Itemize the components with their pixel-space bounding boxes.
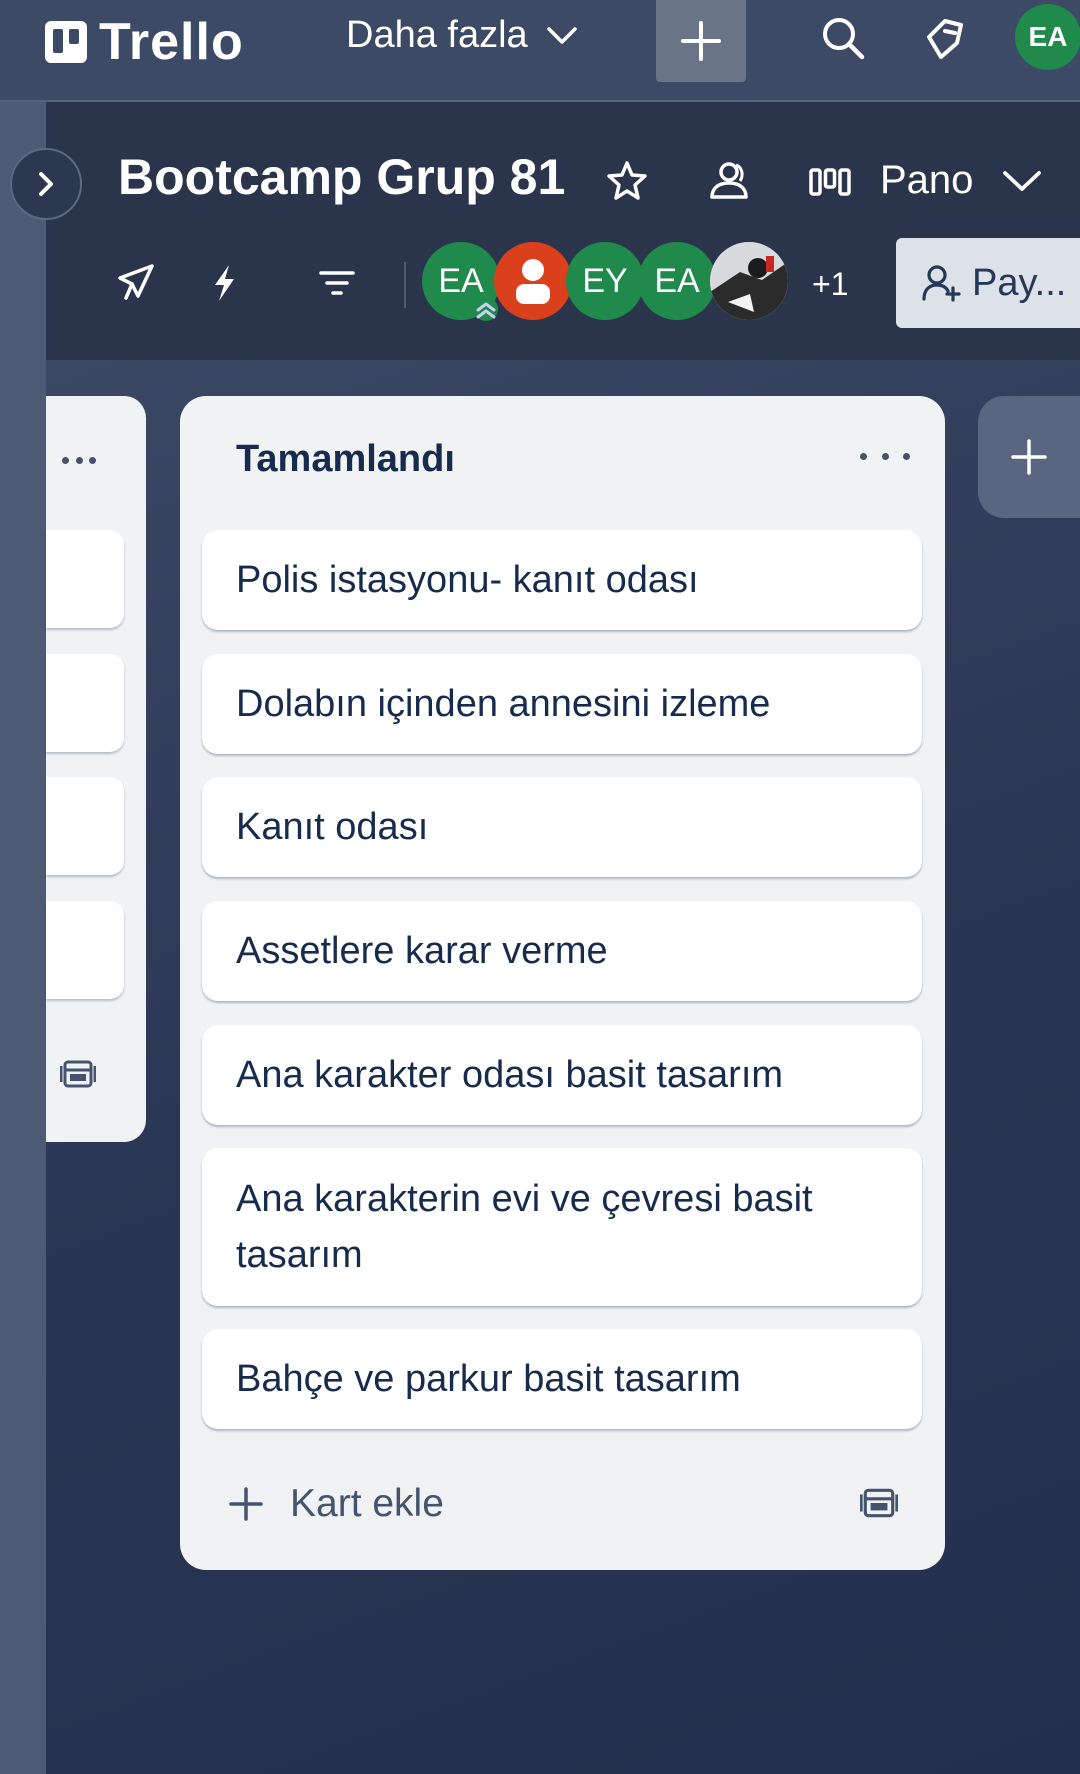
plus-icon [1011,439,1047,475]
add-person-icon [922,265,961,302]
notifications-button[interactable] [916,10,972,66]
card-title: Ana karakterin evi ve çevresi basit tasa… [236,1178,813,1276]
filter-button[interactable] [316,266,358,300]
board-members: EA EY EA [422,242,788,321]
list-menu-button[interactable] [62,450,96,470]
list-menu-button[interactable] [860,446,910,466]
member-initials: EA [438,261,484,300]
plus-icon [681,21,721,61]
dot [860,452,867,460]
card[interactable] [46,530,124,628]
add-card-button[interactable]: Kart ekle [228,1482,444,1526]
card-title: Dolabın içinden annesini izleme [236,683,771,725]
chevron-down-icon [1003,171,1041,191]
add-card-label: Kart ekle [290,1482,444,1525]
card-title: Kanıt odası [236,806,429,848]
previous-list [46,396,146,1142]
power-ups-button[interactable] [112,260,158,306]
more-menu-label: Daha fazla [346,14,528,56]
search-icon [823,18,865,60]
list-tamamlandi: Tamamlandı Polis istasyonu- kanıt odası … [180,396,945,1570]
sidebar-strip [0,102,46,1774]
chevron-down-icon [546,26,577,44]
user-silhouette-icon [516,259,550,304]
card-title: Polis istasyonu- kanıt odası [236,559,699,601]
member-initials: EA [654,261,700,300]
card[interactable]: Assetlere karar verme [202,901,922,1001]
card[interactable] [46,777,124,875]
member-avatar[interactable]: EY [566,242,644,320]
people-icon [710,162,748,199]
card[interactable]: Kanıt odası [202,777,922,877]
card-title: Bahçe ve parkur basit tasarım [236,1358,741,1400]
columns-icon [809,168,851,196]
dot [881,452,889,460]
lightning-icon [215,265,234,301]
admin-badge-icon [474,297,498,321]
board-title[interactable]: Bootcamp Grup 81 [118,148,565,206]
member-photo-avatar[interactable] [710,242,788,320]
add-list-button[interactable] [978,396,1080,518]
visibility-button[interactable] [702,156,756,206]
card[interactable]: Bahçe ve parkur basit tasarım [202,1329,922,1429]
card[interactable]: Ana karakter odası basit tasarım [202,1025,922,1125]
star-icon [607,161,647,200]
user-avatar[interactable]: EA [1015,4,1080,70]
card[interactable]: Polis istasyonu- kanıt odası [202,530,922,630]
extra-members-count[interactable]: +1 [812,266,848,303]
member-initials: EY [582,261,628,300]
list-title[interactable]: Tamamlandı [236,438,455,481]
share-button[interactable]: Pay... [896,238,1080,328]
rocket-icon [118,264,154,300]
top-navigation-bar: Trello Daha fazla EA [0,0,1080,102]
automation-button[interactable] [204,262,244,304]
board-view-icon[interactable] [808,162,852,202]
card-template-icon[interactable] [60,1056,96,1092]
member-photo-icon [710,242,788,320]
create-button[interactable] [656,0,746,82]
card[interactable] [46,654,124,752]
header-divider [404,262,406,308]
board-view-label[interactable]: Pano [880,158,973,203]
card-template-icon[interactable] [860,1484,898,1522]
member-avatar[interactable]: EA [422,242,500,321]
expand-sidebar-button[interactable] [10,148,82,220]
plus-icon [229,1487,263,1521]
bell-icon [927,19,963,59]
member-avatar[interactable]: EA [638,242,716,320]
dot [903,452,910,460]
card[interactable]: Ana karakterin evi ve çevresi basit tasa… [202,1148,922,1306]
logo-text: Trello [99,13,244,71]
trello-logo[interactable]: Trello [45,12,244,72]
search-button[interactable] [815,10,871,66]
chevron-right-icon [39,172,53,196]
star-button[interactable] [602,156,652,206]
trello-logo-icon [45,21,87,63]
card[interactable] [46,901,124,999]
view-dropdown-button[interactable] [1000,166,1044,196]
member-avatar[interactable] [494,242,572,320]
card-title: Assetlere karar verme [236,930,608,972]
filter-icon [319,271,355,295]
card[interactable]: Dolabın içinden annesini izleme [202,654,922,754]
more-menu-button[interactable]: Daha fazla [346,14,578,57]
share-label: Pay... [972,261,1067,304]
card-title: Ana karakter odası basit tasarım [236,1054,784,1096]
user-avatar-initials: EA [1028,21,1068,52]
